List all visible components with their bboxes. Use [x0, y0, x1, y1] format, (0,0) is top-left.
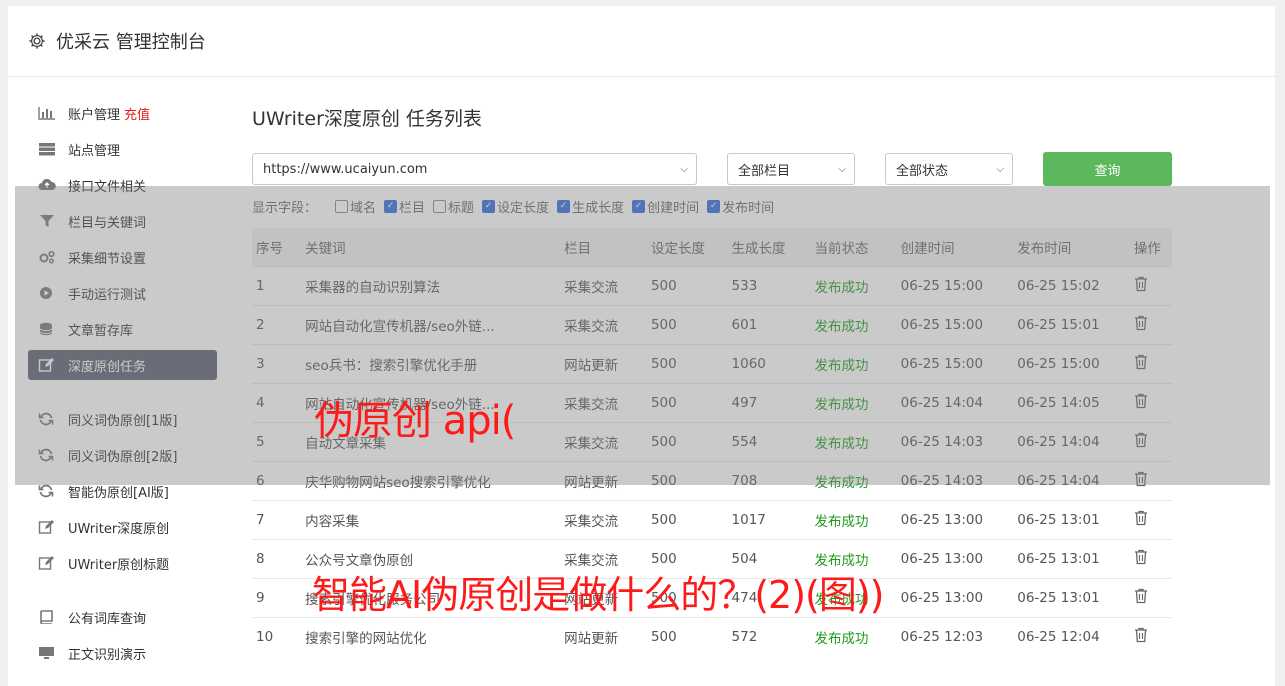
sidebar-item-label: 正文识别演示 [68, 647, 147, 663]
bar-chart-icon [38, 106, 68, 120]
site-select-value: https://www.ucaiyun.com [263, 161, 428, 177]
overlay-band [15, 186, 1270, 485]
chevron-down-icon: ⌵ [996, 163, 1004, 175]
table-cell: 发布成功 [810, 500, 897, 540]
column-select[interactable]: 全部栏目 ⌵ [727, 153, 855, 185]
delete-action[interactable] [1129, 539, 1172, 579]
watermark-line-2: 智能AI伪原创是做什么的？(2)(图)) [312, 573, 885, 617]
watermark-line-1: 伪原创 api( [314, 398, 516, 444]
chevron-down-icon: ⌵ [680, 163, 688, 175]
trash-icon[interactable] [1134, 627, 1148, 647]
app-title: 优采云 管理控制台 [56, 32, 206, 53]
table-cell: 1017 [727, 500, 811, 540]
top-bar: 优采云 管理控制台 [8, 6, 1275, 77]
server-icon [38, 142, 68, 156]
table-cell: 06-25 12:03 [896, 617, 1014, 656]
table-cell: 网站更新 [560, 617, 647, 656]
sidebar-item-label: UWriter深度原创 [68, 521, 170, 537]
table-cell: 06-25 13:01 [1013, 539, 1130, 579]
table-cell: 8 [252, 539, 302, 579]
chevron-down-icon: ⌵ [838, 163, 846, 175]
table-cell: 06-25 13:00 [896, 539, 1014, 579]
column-select-value: 全部栏目 [738, 163, 791, 179]
table-cell: 搜索引擎的网站优化 [301, 617, 561, 656]
filter-bar: https://www.ucaiyun.com ⌵ 全部栏目 ⌵ 全部状态 ⌵ … [252, 152, 1172, 186]
site-select[interactable]: https://www.ucaiyun.com ⌵ [252, 153, 697, 185]
edit-icon [38, 556, 68, 570]
trash-icon[interactable] [1134, 588, 1148, 608]
sidebar-item-label: UWriter原创标题 [68, 557, 170, 573]
sidebar-item-c-0[interactable]: 公有词库查询 [28, 602, 217, 632]
book-icon [38, 610, 68, 624]
table-row: 7 内容采集 采集交流 500 1017 发布成功 06-25 13:00 06-25 13:… [252, 500, 1172, 540]
table-cell: 572 [727, 617, 811, 656]
sidebar-item-label: 站点管理 [68, 143, 121, 159]
edit-icon [38, 520, 68, 534]
sidebar-item-c-1[interactable]: 正文识别演示 [28, 638, 217, 668]
table-cell: 采集交流 [560, 500, 647, 540]
table-cell: 9 [252, 578, 302, 618]
status-select[interactable]: 全部状态 ⌵ [885, 153, 1013, 185]
sidebar-item-a-1[interactable]: 站点管理 [28, 134, 217, 164]
status-select-value: 全部状态 [896, 163, 949, 179]
table-cell: 06-25 13:01 [1013, 500, 1130, 540]
recharge-link[interactable]: 充值 [124, 104, 150, 123]
table-cell: 06-25 13:01 [1013, 578, 1130, 618]
delete-action[interactable] [1129, 617, 1172, 656]
sidebar-item-label: 公有词库查询 [68, 611, 147, 627]
gear-icon [29, 33, 45, 49]
table-row: 10 搜索引擎的网站优化 网站更新 500 572 发布成功 06-25 12:03 06-2… [252, 617, 1172, 656]
sidebar-item-label: 账户管理 [68, 107, 121, 123]
table-cell: 06-25 12:04 [1013, 617, 1130, 656]
trash-icon[interactable] [1134, 549, 1148, 569]
refresh-icon [38, 484, 68, 498]
query-button[interactable]: 查询 [1043, 152, 1172, 186]
table-cell: 500 [646, 500, 728, 540]
page-title: UWriter深度原创 任务列表 [252, 108, 482, 130]
delete-action[interactable] [1129, 500, 1172, 540]
sidebar-item-a-0[interactable]: 账户管理 充值 [28, 98, 217, 128]
sidebar-item-b-4[interactable]: UWriter原创标题 [28, 548, 217, 578]
table-cell: 7 [252, 500, 302, 540]
table-cell: 06-25 13:00 [896, 500, 1014, 540]
table-cell: 发布成功 [810, 617, 897, 656]
table-cell: 10 [252, 617, 302, 656]
table-cell: 06-25 13:00 [896, 578, 1014, 618]
table-cell: 内容采集 [301, 500, 561, 540]
monitor-icon [38, 646, 68, 660]
trash-icon[interactable] [1134, 510, 1148, 530]
sidebar-item-b-3[interactable]: UWriter深度原创 [28, 512, 217, 542]
table-cell: 500 [646, 617, 728, 656]
delete-action[interactable] [1129, 578, 1172, 618]
